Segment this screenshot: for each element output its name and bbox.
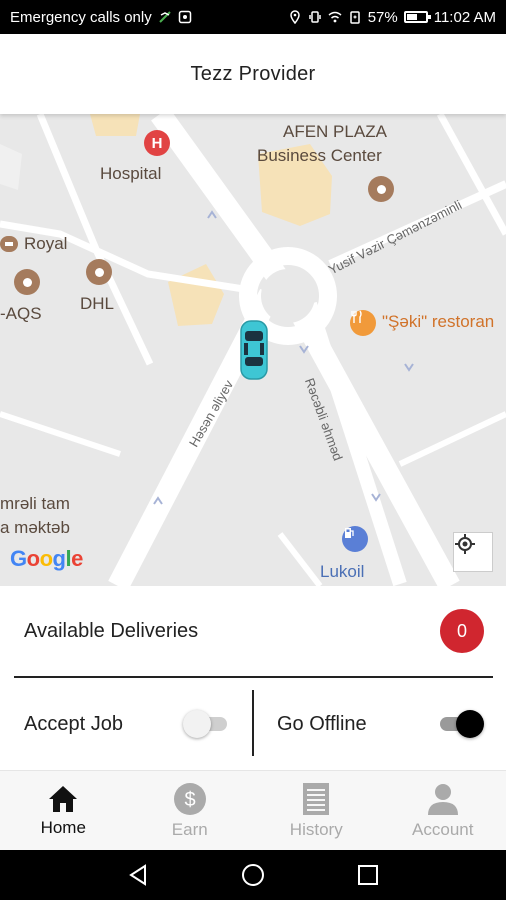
accept-job-cell: Accept Job <box>0 678 253 770</box>
map-label-hospital: Hospital <box>100 164 162 183</box>
dollar-symbol: $ <box>184 789 195 811</box>
available-deliveries-row[interactable]: Available Deliveries 0 <box>0 586 506 676</box>
account-icon <box>427 783 458 815</box>
nav-item-home[interactable]: Home <box>0 771 127 850</box>
vibrate-icon <box>308 11 321 23</box>
go-offline-label: Go Offline <box>277 712 367 735</box>
car-icon[interactable] <box>238 319 270 381</box>
nav-label-home: Home <box>40 817 86 837</box>
go-offline-toggle[interactable] <box>436 710 484 738</box>
accept-job-toggle[interactable] <box>183 710 229 738</box>
location-icon <box>289 10 300 24</box>
fuel-poi-icon[interactable] <box>342 526 368 552</box>
bottom-nav: Home $ Earn History Account <box>0 770 506 850</box>
fuel-icon <box>345 528 354 538</box>
map-label-lukoil: Lukoil <box>320 562 365 581</box>
battery-percent: 57% <box>367 8 398 26</box>
building-top <box>90 114 140 136</box>
map-label-dhl: DHL <box>80 294 115 313</box>
nav-label-history: History <box>289 819 343 839</box>
map-label-aqs: -AQS <box>0 304 42 323</box>
google-logo-letter: g <box>52 546 66 571</box>
home-system-icon[interactable] <box>241 863 265 887</box>
afen-poi-icon[interactable] <box>368 176 394 202</box>
google-logo: Google <box>10 546 83 572</box>
recents-icon[interactable] <box>356 863 380 887</box>
crosshair-icon <box>455 534 475 554</box>
map-view[interactable]: H Hospital AFEN PLAZA Business Center Ro… <box>0 114 506 586</box>
nav-label-earn: Earn <box>171 819 208 839</box>
system-nav-bar <box>0 850 506 900</box>
deliveries-count-badge: 0 <box>440 609 484 653</box>
divider-vertical <box>252 690 254 756</box>
nav-item-history[interactable]: History <box>253 771 380 850</box>
restaurant-poi-icon[interactable] <box>350 310 376 336</box>
home-icon <box>49 785 78 812</box>
map-label-afen-line1: AFEN PLAZA <box>283 122 387 141</box>
battery-icon <box>403 11 431 23</box>
map-label-royal: Royal <box>24 234 68 253</box>
wifi-icon <box>328 11 342 23</box>
battery-fill <box>406 14 417 20</box>
battery-saver-icon <box>349 11 360 24</box>
fork-knife-icon <box>351 310 362 323</box>
go-offline-cell: Go Offline <box>253 678 506 770</box>
google-logo-letter: e <box>71 546 83 571</box>
clock: 11:02 AM <box>433 8 496 26</box>
app-bar: Tezz Provider <box>0 34 506 114</box>
accept-job-label: Accept Job <box>24 712 123 735</box>
google-logo-letter: o <box>39 546 53 571</box>
locate-button[interactable] <box>453 532 493 572</box>
map-label-emreli-2: a məktəb <box>0 518 70 537</box>
available-deliveries-label: Available Deliveries <box>24 619 199 642</box>
app-screen: Emergency calls only 57% 11:02 AM Tezz P… <box>0 0 506 900</box>
hospital-poi-icon[interactable]: H <box>144 130 170 156</box>
aqs-poi-icon[interactable] <box>14 269 40 295</box>
google-logo-letter: G <box>10 546 27 571</box>
hotel-icon[interactable] <box>0 234 20 254</box>
dhl-poi-icon[interactable] <box>86 259 112 285</box>
history-icon <box>303 782 330 815</box>
google-logo-letter: o <box>26 546 40 571</box>
map-label-emreli-1: mrəli tam <box>0 494 70 513</box>
page-title: Tezz Provider <box>190 62 316 85</box>
nav-item-earn[interactable]: $ Earn <box>127 771 254 850</box>
screenshot-icon <box>178 10 191 24</box>
back-icon[interactable] <box>126 863 150 887</box>
nav-item-account[interactable]: Account <box>380 771 506 850</box>
nav-label-account: Account <box>412 819 474 839</box>
dollar-icon: $ <box>173 782 206 815</box>
status-bar: Emergency calls only 57% 11:02 AM <box>0 0 506 34</box>
no-sim-icon <box>159 11 171 23</box>
carrier-text: Emergency calls only <box>10 8 152 26</box>
map-label-seki: "Şəki" restoran <box>382 312 495 331</box>
map-label-afen-line2: Business Center <box>257 146 382 165</box>
